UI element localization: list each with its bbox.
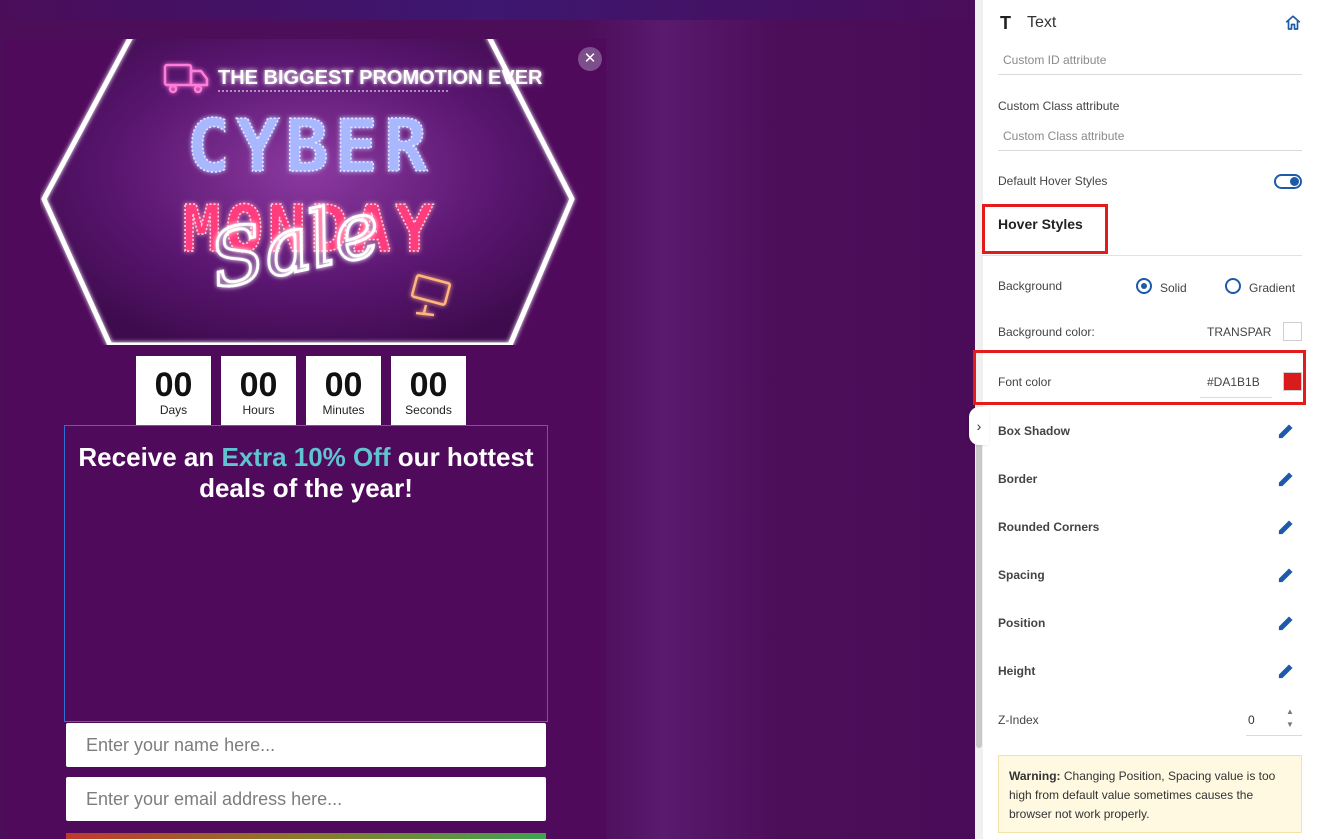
countdown-seconds: 00 Seconds (391, 356, 466, 426)
custom-class-input[interactable]: Custom Class attribute (1003, 129, 1124, 143)
name-input[interactable]: Enter your name here... (66, 723, 546, 767)
background-color-swatch[interactable] (1283, 322, 1302, 341)
countdown-days-value: 00 (154, 366, 193, 404)
custom-id-underline (998, 74, 1302, 75)
stepper-up-icon[interactable]: ▲ (1286, 707, 1294, 716)
headline-accent: Extra 10% Off (221, 442, 391, 472)
pencil-icon[interactable] (1277, 422, 1295, 440)
pencil-icon[interactable] (1277, 470, 1295, 488)
headline-text[interactable]: Receive an Extra 10% Off our hottest dea… (65, 442, 547, 504)
pencil-icon[interactable] (1277, 518, 1295, 536)
custom-id-input[interactable]: Custom ID attribute (1003, 53, 1106, 67)
warning-notice: Warning: Changing Position, Spacing valu… (998, 755, 1302, 833)
radio-solid[interactable] (1136, 278, 1152, 294)
pencil-icon[interactable] (1277, 614, 1295, 632)
popup-container[interactable]: THE BIGGEST PROMOTION EVER CYBER MONDAY … (6, 39, 606, 839)
countdown-hours-label: Hours (242, 403, 275, 417)
chevron-right-icon[interactable]: › (969, 407, 989, 445)
selected-text-block[interactable]: Receive an Extra 10% Off our hottest dea… (64, 425, 548, 722)
spacing-label[interactable]: Spacing (998, 568, 1045, 582)
zindex-underline (1246, 735, 1302, 736)
editor-canvas: THE BIGGEST PROMOTION EVER CYBER MONDAY … (0, 0, 975, 839)
default-hover-toggle[interactable] (1274, 174, 1302, 189)
panel-header: T Text (1000, 12, 1056, 34)
banner-graphic: THE BIGGEST PROMOTION EVER CYBER MONDAY … (41, 39, 575, 345)
background-color-value[interactable]: TRANSPAR (1207, 325, 1271, 339)
canvas-top-bar (0, 0, 975, 20)
zindex-input[interactable]: 0 (1248, 713, 1255, 727)
section-divider (982, 255, 1302, 256)
rounded-corners-label[interactable]: Rounded Corners (998, 520, 1099, 534)
border-label[interactable]: Border (998, 472, 1037, 486)
countdown-minutes-value: 00 (324, 366, 363, 404)
countdown-minutes: 00 Minutes (306, 356, 381, 426)
countdown-hours-value: 00 (239, 366, 278, 404)
pencil-icon[interactable] (1277, 566, 1295, 584)
banner-cyber-text: CYBER (187, 104, 434, 188)
cyber-monday-banner[interactable]: THE BIGGEST PROMOTION EVER CYBER MONDAY … (40, 39, 580, 345)
warning-title: Warning: (1009, 769, 1061, 783)
pencil-icon[interactable] (1277, 662, 1295, 680)
box-shadow-label[interactable]: Box Shadow (998, 424, 1070, 438)
countdown-hours: 00 Hours (221, 356, 296, 426)
panel-scrollbar-thumb[interactable] (976, 418, 982, 748)
position-label[interactable]: Position (998, 616, 1045, 630)
close-icon[interactable]: ✕ (578, 47, 602, 71)
hover-styles-title: Hover Styles (998, 216, 1083, 232)
custom-class-label: Custom Class attribute (998, 99, 1120, 113)
countdown-days: 00 Days (136, 356, 211, 426)
countdown-seconds-label: Seconds (405, 403, 452, 417)
stepper-down-icon[interactable]: ▼ (1286, 720, 1294, 729)
background-label: Background (998, 279, 1063, 293)
radio-gradient-label[interactable]: Gradient (1249, 281, 1295, 295)
submit-button[interactable] (66, 833, 546, 839)
font-color-underline (1200, 397, 1272, 398)
countdown-seconds-value: 00 (409, 366, 448, 404)
home-icon[interactable] (1284, 14, 1302, 32)
custom-class-underline (998, 150, 1302, 151)
radio-solid-label[interactable]: Solid (1160, 281, 1187, 295)
default-hover-label: Default Hover Styles (998, 174, 1108, 188)
height-label[interactable]: Height (998, 664, 1035, 678)
headline-prefix: Receive an (78, 442, 222, 472)
font-color-label: Font color (998, 375, 1052, 389)
countdown-minutes-label: Minutes (322, 403, 365, 417)
banner-tagline: THE BIGGEST PROMOTION EVER (218, 67, 543, 89)
font-color-value[interactable]: #DA1B1B (1207, 375, 1260, 389)
toggle-knob (1290, 177, 1299, 186)
font-color-swatch[interactable] (1283, 372, 1302, 391)
countdown-days-label: Days (159, 403, 188, 417)
zindex-label: Z-Index (998, 713, 1039, 727)
panel-title: Text (1027, 14, 1057, 31)
background-color-label: Background color: (998, 325, 1095, 339)
radio-gradient[interactable] (1225, 278, 1241, 294)
email-input[interactable]: Enter your email address here... (66, 777, 546, 821)
text-t-icon: T (1000, 12, 1011, 33)
